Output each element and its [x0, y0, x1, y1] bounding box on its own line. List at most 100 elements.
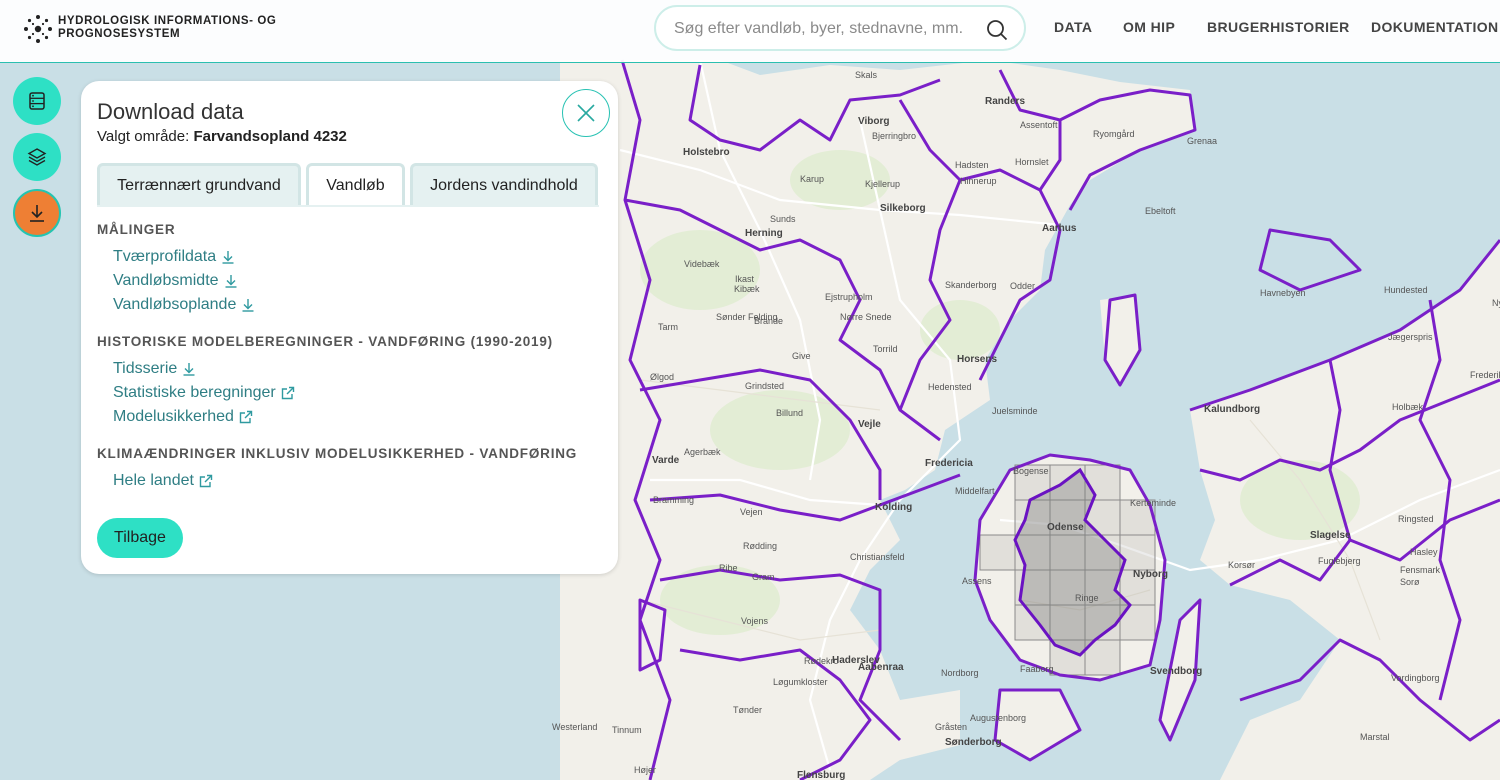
link-label: Vandløbsoplande: [113, 296, 237, 313]
download-panel-button[interactable]: [13, 189, 61, 237]
nav-brugerhistorier[interactable]: BRUGERHISTORIER: [1207, 19, 1350, 35]
map-label: Ryomgård: [1093, 129, 1135, 139]
map-label: Christiansfeld: [850, 552, 905, 562]
download-icon: [242, 299, 254, 312]
download-icon: [183, 363, 195, 376]
search-input[interactable]: [672, 17, 976, 41]
map-label: Ejstrupholm: [825, 292, 873, 302]
map-label: Sorø: [1400, 577, 1420, 587]
data-layers-button[interactable]: [13, 77, 61, 125]
map-label: Sønderborg: [945, 737, 1002, 748]
map-label: Sunds: [770, 214, 796, 224]
map-label: Hornslet: [1015, 157, 1049, 167]
map-label: Ølgod: [650, 372, 674, 382]
map-label: Varde: [652, 455, 680, 466]
brand-name[interactable]: HYDROLOGISK INFORMATIONS- OG PROGNOSESYS…: [58, 15, 288, 41]
back-button[interactable]: Tilbage: [97, 518, 183, 558]
map-layers-button[interactable]: [13, 133, 61, 181]
map-label: Torrild: [873, 344, 898, 354]
map-label: Silkeborg: [880, 203, 926, 214]
map-label: Assentoft: [1020, 120, 1058, 130]
map-label: Odense: [1047, 522, 1084, 533]
map-label: Ebeltoft: [1145, 206, 1176, 216]
map-label: Juelsminde: [992, 406, 1038, 416]
download-icon: [30, 205, 44, 222]
map-label: Ringsted: [1398, 514, 1434, 524]
tab-divider: [97, 205, 599, 207]
map-label: Give: [792, 351, 811, 361]
map-label: Kerteminde: [1130, 498, 1176, 508]
map-label: Nørre Snede: [840, 312, 892, 322]
map-label: Fuglebjerg: [1318, 556, 1361, 566]
link-vandloebsmidte[interactable]: Vandløbsmidte: [113, 272, 238, 290]
map-label: Billund: [776, 408, 803, 418]
map-label: Skanderborg: [945, 280, 997, 290]
tab-vandloeb[interactable]: Vandløb: [306, 163, 405, 205]
map-label: Tinnum: [612, 725, 642, 735]
download-data-panel: Download data Valgt område: Farvandsopla…: [81, 81, 618, 574]
external-link-icon: [281, 386, 294, 400]
map-label: Westerland: [552, 722, 597, 732]
link-label: Tidsserie: [113, 360, 178, 377]
map-label: Horsens: [957, 354, 997, 365]
link-hele-landet[interactable]: Hele landet: [113, 472, 213, 490]
external-link-icon: [199, 474, 213, 488]
map-label: Aabenraa: [858, 662, 904, 673]
map-label: Højer: [634, 765, 656, 775]
map-label: Fredericia: [925, 458, 973, 469]
panel-title: Download data: [97, 99, 244, 124]
section-title-historiske: HISTORISKE MODELBEREGNINGER - VANDFØRING…: [97, 334, 553, 349]
nav-om-hip[interactable]: OM HIP: [1123, 19, 1175, 35]
selected-area-label: Valgt område:: [97, 128, 190, 145]
link-statistiske-beregninger[interactable]: Statistiske beregninger: [113, 384, 295, 402]
map-label: Augustenborg: [970, 713, 1026, 723]
map-label: Hadsten: [955, 160, 989, 170]
map-label: Gram: [752, 572, 775, 582]
map-label: Odder: [1010, 281, 1035, 291]
download-icon: [225, 275, 237, 288]
map-label: Assens: [962, 576, 992, 586]
map-label: Havnebyen: [1260, 288, 1306, 298]
link-vandloebsoplande[interactable]: Vandløbsoplande: [113, 296, 255, 314]
map-label: Svendborg: [1150, 666, 1202, 677]
link-label: Modelusikkerhed: [113, 408, 234, 425]
map-label: Tønder: [733, 705, 762, 715]
map-label: Agerbæk: [684, 447, 721, 457]
link-label: Tværprofildata: [113, 248, 217, 265]
selected-area-value: Farvandsopland 4232: [193, 128, 347, 145]
link-label: Hele landet: [113, 472, 194, 489]
map-label: Skals: [855, 70, 878, 80]
map-label: Tarm: [658, 322, 678, 332]
search-icon[interactable]: [986, 19, 1008, 41]
map-label: Holstebro: [683, 147, 730, 158]
map-label: Videbæk: [684, 259, 720, 269]
section-title-maalinger: MÅLINGER: [97, 222, 176, 237]
map-label: Hundested: [1384, 285, 1428, 295]
tab-jordens-vandindhold[interactable]: Jordens vandindhold: [410, 163, 598, 205]
tab-terraennaert-grundvand[interactable]: Terrænnært grundvand: [97, 163, 301, 205]
brand-line-1: HYDROLOGISK INFORMATIONS- OG: [58, 15, 277, 27]
map-label: Fensmark: [1400, 565, 1441, 575]
map-label: Bjerringbro: [872, 131, 916, 141]
nav-data[interactable]: DATA: [1054, 19, 1092, 35]
close-panel-button[interactable]: [562, 89, 610, 137]
search-box[interactable]: [654, 5, 1026, 51]
map-label: Viborg: [858, 116, 889, 127]
map-label: Middelfart: [955, 486, 995, 496]
map-label: Vejle: [858, 419, 881, 430]
hip-logo-icon[interactable]: [22, 13, 54, 45]
link-tvaerprofildata[interactable]: Tværprofildata: [113, 248, 235, 266]
map-label: Rødding: [743, 541, 777, 551]
link-tidsserie[interactable]: Tidsserie: [113, 360, 196, 378]
map-label: Aarhus: [1042, 223, 1077, 234]
download-icon: [222, 251, 234, 264]
link-modelusikkerhed[interactable]: Modelusikkerhed: [113, 408, 253, 426]
map-label: Nordborg: [941, 668, 979, 678]
map-label: Bramming: [653, 495, 694, 505]
map-label: Grindsted: [745, 381, 784, 391]
map-label: Frederikssund: [1470, 370, 1500, 380]
section-title-klimaaendringer: KLIMAÆNDRINGER INKLUSIV MODELUSIKKERHED …: [97, 446, 578, 461]
nav-dokumentation[interactable]: DOKUMENTATION: [1371, 19, 1499, 35]
map-label: Slagelse: [1310, 530, 1351, 541]
map-label: Vejen: [740, 507, 763, 517]
